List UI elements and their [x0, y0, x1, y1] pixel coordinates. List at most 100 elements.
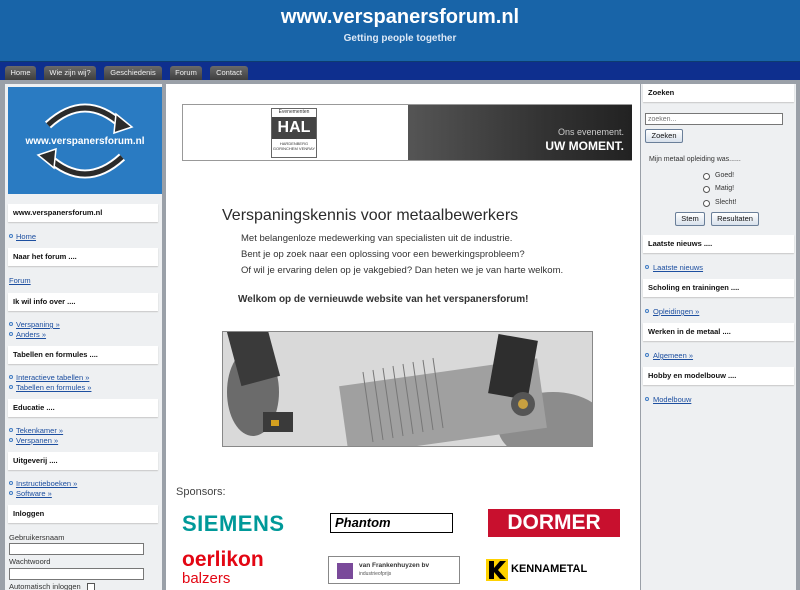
bullet-icon [645, 353, 649, 357]
main-content: Evenementen HAL HARDENBERG GORINCHEM VEN… [166, 84, 640, 590]
site-title[interactable]: www.verspanersforum.nl [0, 6, 800, 29]
page-headline: Verspaningskennis voor metaalbewerkers [222, 207, 519, 224]
hal-letters: HAL [272, 117, 316, 139]
section-heading: Zoeken [643, 84, 794, 102]
hal-banner[interactable]: Evenementen HAL HARDENBERG GORINCHEM VEN… [182, 104, 632, 161]
hal-bottom-text: HARDENBERG GORINCHEM VENRAY [272, 141, 316, 151]
banner-dark-panel: Ons evenement. UW MOMENT. [408, 105, 632, 160]
hal-logo: Evenementen HAL HARDENBERG GORINCHEM VEN… [271, 108, 317, 158]
sponsor-oerlikon-balzers[interactable]: oerlikon balzers [182, 549, 292, 589]
poll-option: Goed! [715, 172, 735, 179]
poll-option: Slecht! [715, 199, 737, 206]
educatie-link-tekenkamer[interactable]: Tekenkamer » [16, 426, 63, 435]
sponsor-siemens[interactable]: SIEMENS [182, 511, 308, 537]
username-field[interactable] [9, 543, 144, 555]
section-heading: Hobby en modelbouw .... [643, 367, 794, 385]
password-label: Wachtwoord [9, 557, 51, 566]
password-field[interactable] [9, 568, 144, 580]
poll-radio-matig[interactable] [703, 186, 710, 193]
username-label: Gebruikersnaam [9, 533, 65, 542]
educatie-link-verspanen[interactable]: Verspanen » [16, 436, 58, 445]
machining-illustration [223, 332, 592, 446]
hobby-link[interactable]: Modelbouw [653, 395, 691, 404]
section-heading: Uitgeverij .... [8, 452, 158, 470]
bullet-icon [9, 385, 13, 389]
tab-wie-zijn-wij[interactable]: Wie zijn wij? [44, 66, 96, 80]
oerlikon-text: oerlikon [182, 548, 264, 571]
search-input[interactable] [645, 113, 783, 125]
machining-photo [222, 331, 593, 447]
section-heading: Ik wil info over .... [8, 293, 158, 311]
tabellen-link-interactief[interactable]: Interactieve tabellen » [16, 373, 89, 382]
section-heading: Laatste nieuws .... [643, 235, 794, 253]
nieuws-link[interactable]: Laatste nieuws [653, 263, 703, 272]
welcome-text: Welkom op de vernieuwde website van het … [238, 294, 529, 305]
balzers-text: balzers [182, 570, 231, 587]
section-heading: Tabellen en formules .... [8, 346, 158, 364]
tab-contact[interactable]: Contact [210, 66, 248, 80]
tab-home[interactable]: Home [5, 66, 36, 80]
werken-link[interactable]: Algemeen » [653, 351, 693, 360]
siemens-text: SIEMENS [182, 511, 285, 536]
site-subtitle: Getting people together [343, 33, 457, 44]
section-heading: Naar het forum .... [8, 248, 158, 266]
intro-line: Met belangenloze medewerking van special… [241, 233, 513, 244]
poll-option: Matig! [715, 185, 735, 192]
frankenhuyzen-sub: industrieofprijs [359, 571, 392, 577]
site-header: www.verspanersforum.nl Getting people to… [0, 0, 800, 62]
kennametal-text: KENNAMETAL [511, 563, 588, 575]
bullet-icon [645, 309, 649, 313]
dormer-text: DORMER [507, 511, 601, 534]
bullet-icon [9, 234, 13, 238]
kennametal-k-icon [486, 559, 508, 581]
site-logo[interactable]: www.verspanersforum.nl [8, 87, 162, 194]
section-heading: Scholing en trainingen .... [643, 279, 794, 297]
intro-line: Of wil je ervaring delen op je vakgebied… [241, 265, 564, 276]
bullet-icon [645, 397, 649, 401]
bullet-icon [9, 491, 13, 495]
poll-question: Mijn metaal opleiding was...... [649, 156, 741, 163]
sponsors-heading: Sponsors: [176, 486, 226, 498]
phantom-text: Phantom [335, 515, 391, 530]
bullet-icon [9, 322, 13, 326]
sponsor-dormer[interactable]: DORMER [488, 509, 620, 537]
logo-text: www.verspanersforum.nl [25, 136, 145, 147]
vote-button[interactable]: Stem [675, 212, 705, 226]
banner-tagline-bold: UW MOMENT. [545, 139, 624, 153]
results-button[interactable]: Resultaten [711, 212, 759, 226]
poll-radio-goed[interactable] [703, 173, 710, 180]
forum-link[interactable]: Forum [9, 276, 31, 285]
info-link-anders[interactable]: Anders » [16, 330, 46, 339]
sponsor-frankenhuyzen[interactable]: van Frankenhuyzen bv industrieofprijs [328, 556, 460, 584]
frankenhuyzen-logo-icon [337, 563, 353, 579]
hal-top-text: Evenementen [278, 109, 310, 115]
uitgeverij-link-instructieboeken[interactable]: Instructieboeken » [16, 479, 77, 488]
main-nav: Home Wie zijn wij? Geschiedenis Forum Co… [0, 62, 800, 80]
banner-tagline: Ons evenement. [557, 127, 624, 137]
left-sidebar: www.verspanersforum.nl www.verspanersfor… [5, 84, 162, 590]
uitgeverij-link-software[interactable]: Software » [16, 489, 52, 498]
tabellen-link-formules[interactable]: Tabellen en formules » [16, 383, 91, 392]
intro-line: Bent je op zoek naar een oplossing voor … [241, 249, 525, 260]
scholing-link[interactable]: Opleidingen » [653, 307, 699, 316]
tab-geschiedenis[interactable]: Geschiedenis [104, 66, 162, 80]
info-link-verspaning[interactable]: Verspaning » [16, 320, 60, 329]
frankenhuyzen-text: van Frankenhuyzen bv [359, 562, 430, 569]
poll-radio-slecht[interactable] [703, 200, 710, 207]
section-heading: Werken in de metaal .... [643, 323, 794, 341]
bullet-icon [9, 481, 13, 485]
home-link[interactable]: Home [16, 232, 36, 241]
bullet-icon [9, 428, 13, 432]
search-button[interactable]: Zoeken [645, 129, 683, 143]
tab-forum[interactable]: Forum [170, 66, 202, 80]
sponsor-kennametal[interactable]: KENNAMETAL [486, 559, 602, 581]
site-label: www.verspanersforum.nl [8, 204, 158, 222]
right-sidebar: Zoeken Zoeken Mijn metaal opleiding was.… [641, 84, 796, 590]
section-heading: Educatie .... [8, 399, 158, 417]
bullet-icon [9, 375, 13, 379]
bullet-icon [9, 332, 13, 336]
sponsor-phantom[interactable]: Phantom [330, 513, 453, 533]
bullet-icon [645, 265, 649, 269]
auto-login-label: Automatisch inloggen [9, 582, 81, 590]
auto-login-checkbox[interactable] [87, 583, 95, 590]
